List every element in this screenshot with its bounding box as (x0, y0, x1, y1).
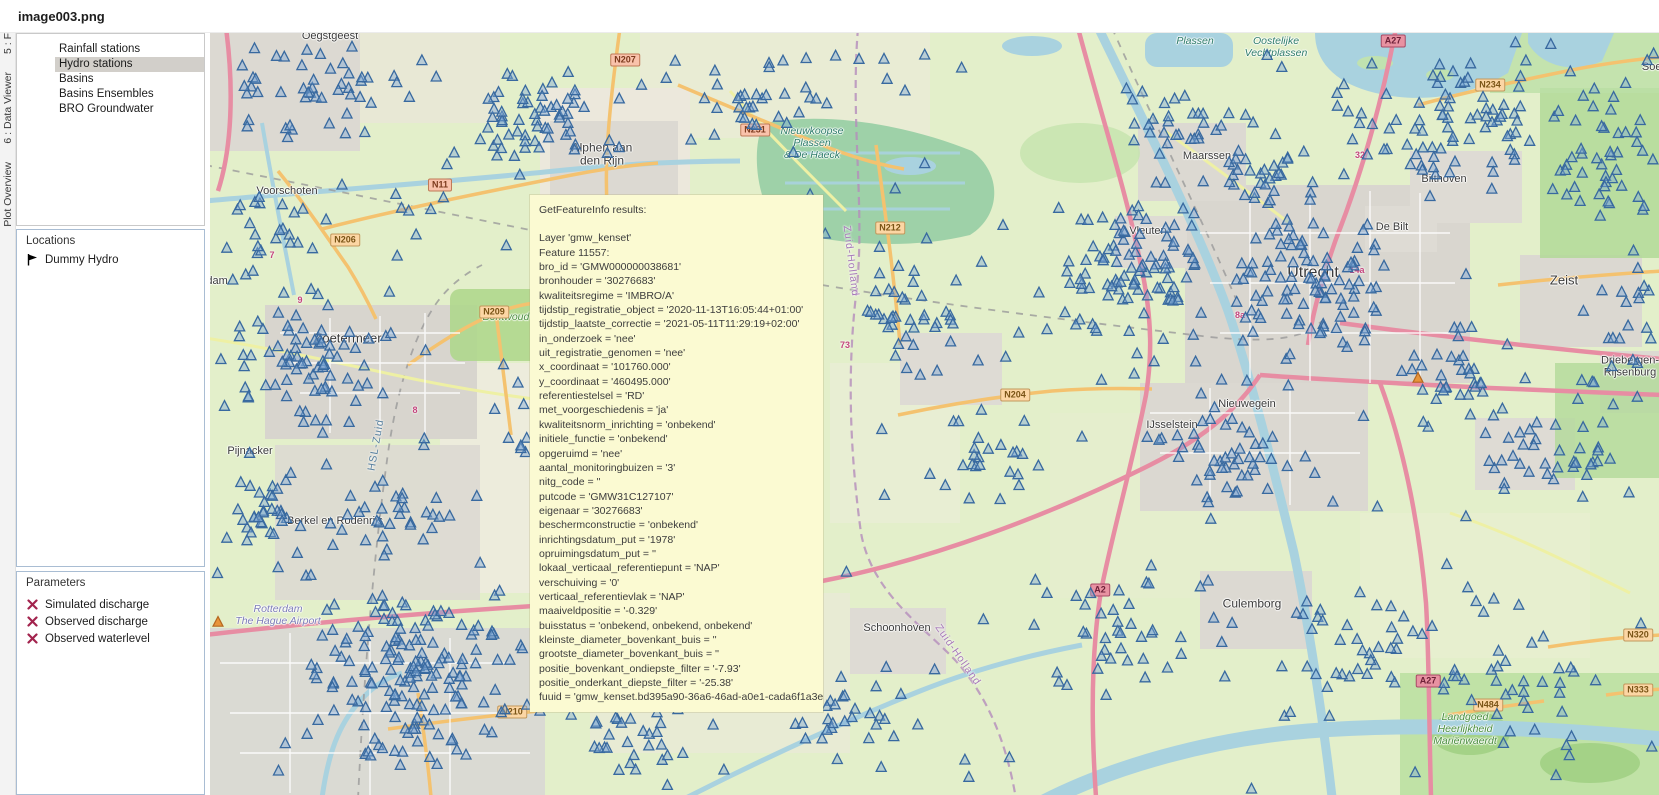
parameter-item-simulated-discharge[interactable]: Simulated discharge (17, 596, 204, 613)
feature-info-line: positie_bovenkant_ondiepste_filter = '-7… (539, 662, 823, 676)
feature-info-lines: Layer 'gmw_kenset'Feature 11557:bro_id =… (539, 231, 823, 704)
feature-info-line: aantal_monitoringbuizen = '3' (539, 461, 823, 475)
map-viewport[interactable]: OegstgeestVoorschotenLeidschendamZoeterm… (210, 33, 1659, 795)
locations-header: Locations (17, 230, 204, 251)
feature-info-line: fuuid = 'gmw_kenset.bd395a90-36a6-46ad-a… (539, 690, 823, 704)
feature-info-line: in_onderzoek = 'nee' (539, 332, 823, 346)
flag-marker-icon (26, 253, 39, 266)
sidebar: Rainfall stationsHydro stationsBasinsBas… (16, 33, 208, 795)
dock-tab-plot-overview[interactable]: Plot Overview (2, 162, 14, 227)
location-label: Dummy Hydro (45, 254, 118, 266)
layer-item-bro-groundwater[interactable]: BRO Groundwater (55, 102, 204, 117)
feature-info-line: x_coordinaat = '101760.000' (539, 360, 823, 374)
getfeatureinfo-tooltip: GetFeatureInfo results: Layer 'gmw_kense… (530, 195, 823, 712)
parameter-label: Observed waterlevel (45, 633, 150, 645)
feature-info-line: uit_registratie_genomen = 'nee' (539, 346, 823, 360)
feature-info-line: beschermconstructie = 'onbekend' (539, 518, 823, 532)
feature-info-line: referentiestelsel = 'RD' (539, 389, 823, 403)
feature-info-line: putcode = 'GMW31C127107' (539, 490, 823, 504)
feature-info-line: met_voorgeschiedenis = 'ja' (539, 403, 823, 417)
red-x-icon (26, 598, 39, 611)
locations-panel: Locations Dummy Hydro (16, 229, 205, 567)
layer-item-rainfall-stations[interactable]: Rainfall stations (55, 42, 204, 57)
feature-info-title: GetFeatureInfo results: (539, 203, 823, 217)
feature-info-line: bro_id = 'GMW000000038681' (539, 260, 823, 274)
feature-info-line: verticaal_referentievlak = 'NAP' (539, 590, 823, 604)
feature-info-line: kwaliteitsregime = 'IMBRO/A' (539, 289, 823, 303)
feature-info-line: bronhouder = '30276683' (539, 274, 823, 288)
feature-info-line: kwaliteitsnorm_inrichting = 'onbekend' (539, 418, 823, 432)
layer-item-hydro-stations[interactable]: Hydro stations (55, 57, 204, 72)
feature-info-line: kleinste_diameter_bovenkant_buis = '' (539, 633, 823, 647)
feature-info-line: opgeruimd = 'nee' (539, 447, 823, 461)
feature-info-line: grootste_diameter_bovenkant_buis = '' (539, 647, 823, 661)
dock-strip: 5 : F 6 : Data Viewer Plot Overview (0, 33, 16, 795)
feature-info-line: Feature 11557: (539, 246, 823, 260)
feature-info-line: y_coordinaat = '460495.000' (539, 375, 823, 389)
layer-item-basins[interactable]: Basins (55, 72, 204, 87)
dock-tab-6-data-viewer[interactable]: 6 : Data Viewer (2, 72, 14, 144)
feature-info-line: inrichtingsdatum_put = '1978' (539, 533, 823, 547)
feature-info-line: lokaal_verticaal_referentiepunt = 'NAP' (539, 561, 823, 575)
parameter-item-observed-discharge[interactable]: Observed discharge (17, 613, 204, 630)
feature-info-line: initiele_functie = 'onbekend' (539, 432, 823, 446)
parameters-list: Simulated discharge Observed discharge Obs… (17, 596, 204, 647)
parameter-label: Observed discharge (45, 616, 148, 628)
dock-tab-list: 5 : F 6 : Data Viewer Plot Overview (0, 33, 15, 226)
map-base (210, 33, 1659, 795)
layer-item-basins-ensembles[interactable]: Basins Ensembles (55, 87, 204, 102)
feature-info-line: verschuiving = '0' (539, 576, 823, 590)
parameters-header: Parameters (17, 572, 204, 593)
parameters-panel: Parameters Simulated discharge Observed d… (16, 571, 205, 795)
layers-panel: Rainfall stationsHydro stationsBasinsBas… (16, 33, 205, 226)
feature-info-line: positie_onderkant_diepste_filter = '-25.… (539, 676, 823, 690)
red-x-icon (26, 632, 39, 645)
location-item-dummy-hydro[interactable]: Dummy Hydro (17, 251, 204, 268)
red-x-icon (26, 615, 39, 628)
feature-info-line: eigenaar = '30276683' (539, 504, 823, 518)
feature-info-line: maaiveldpositie = '-0.329' (539, 604, 823, 618)
feature-info-line: Layer 'gmw_kenset' (539, 231, 823, 245)
feature-info-line: buisstatus = 'onbekend, onbekend, onbeke… (539, 619, 823, 633)
dock-tab-5-f[interactable]: 5 : F (2, 33, 14, 54)
feature-info-line: nitg_code = '' (539, 475, 823, 489)
feature-info-line: opruimingsdatum_put = '' (539, 547, 823, 561)
layers-list: Rainfall stationsHydro stationsBasinsBas… (17, 42, 204, 117)
feature-info-line: tijdstip_laatste_correctie = '2021-05-11… (539, 317, 823, 331)
window-title: image003.png (0, 0, 1659, 33)
parameter-item-observed-waterlevel[interactable]: Observed waterlevel (17, 630, 204, 647)
locations-list: Dummy Hydro (17, 251, 204, 268)
parameter-label: Simulated discharge (45, 599, 149, 611)
feature-info-line: tijdstip_registratie_object = '2020-11-1… (539, 303, 823, 317)
